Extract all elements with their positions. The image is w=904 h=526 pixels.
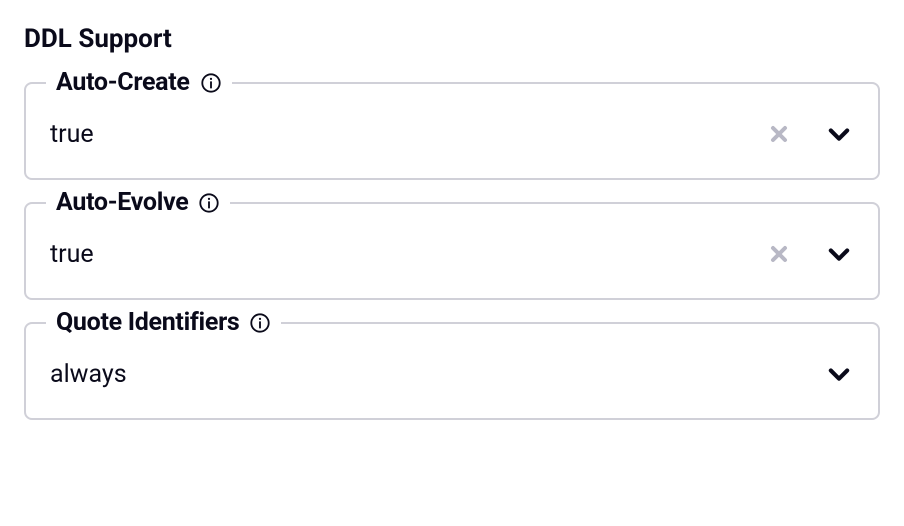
- auto-evolve-label: Auto-Evolve: [56, 188, 188, 217]
- close-icon[interactable]: [766, 121, 792, 147]
- info-icon[interactable]: [198, 192, 220, 214]
- info-icon[interactable]: [200, 72, 222, 94]
- chevron-down-icon[interactable]: [824, 119, 854, 149]
- chevron-down-icon[interactable]: [824, 359, 854, 389]
- select-actions: [766, 119, 854, 149]
- auto-create-value: true: [50, 120, 94, 149]
- quote-identifiers-value: always: [50, 360, 127, 389]
- info-icon[interactable]: [249, 312, 271, 334]
- auto-evolve-field: Auto-Evolve true: [24, 202, 880, 300]
- auto-evolve-value: true: [50, 240, 94, 269]
- quote-identifiers-label: Quote Identifiers: [56, 308, 239, 337]
- auto-evolve-legend: Auto-Evolve: [46, 188, 230, 217]
- auto-create-label: Auto-Create: [56, 68, 190, 97]
- quote-identifiers-legend: Quote Identifiers: [46, 308, 281, 337]
- select-actions: [766, 239, 854, 269]
- select-actions: [824, 359, 854, 389]
- section-title: DDL Support: [24, 24, 880, 54]
- chevron-down-icon[interactable]: [824, 239, 854, 269]
- quote-identifiers-field: Quote Identifiers always: [24, 322, 880, 420]
- auto-create-legend: Auto-Create: [46, 68, 232, 97]
- close-icon[interactable]: [766, 241, 792, 267]
- auto-create-field: Auto-Create true: [24, 82, 880, 180]
